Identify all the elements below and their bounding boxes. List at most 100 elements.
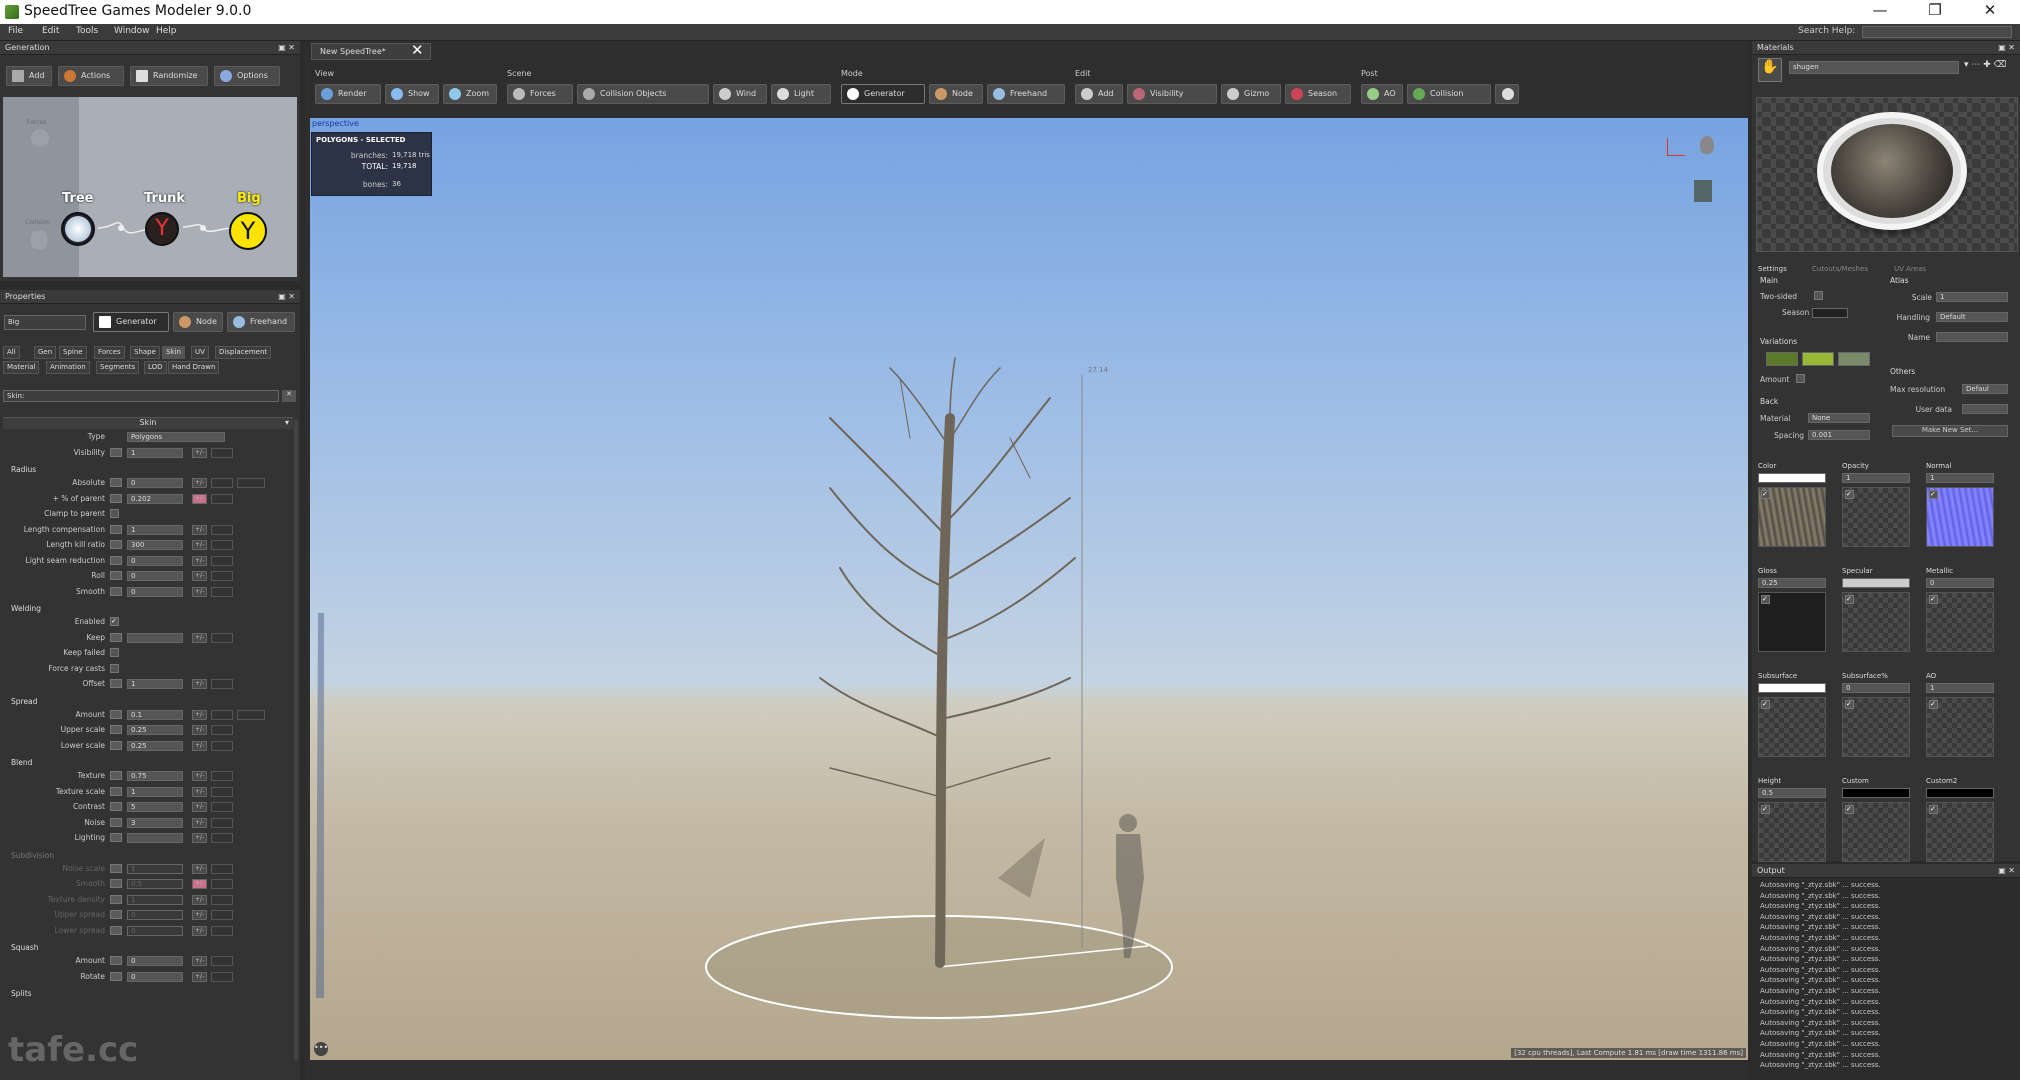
variance-button[interactable]: +/- xyxy=(192,493,207,504)
variance-button[interactable]: +/- xyxy=(192,709,207,720)
tab-uv[interactable]: UV xyxy=(191,346,209,359)
curve-editor-icon[interactable] xyxy=(211,910,233,920)
map-texture-slot[interactable]: ✓ xyxy=(1758,592,1826,652)
property-value-field[interactable]: 0.25 xyxy=(127,725,183,735)
property-lock-icon[interactable] xyxy=(110,679,122,688)
max-resolution-select[interactable]: Defaul xyxy=(1962,384,2008,394)
map-enabled-checkbox[interactable]: ✓ xyxy=(1845,490,1854,499)
map-enabled-checkbox[interactable]: ✓ xyxy=(1845,805,1854,814)
property-lock-icon[interactable] xyxy=(110,802,122,811)
curve-editor-icon[interactable] xyxy=(211,771,233,781)
big-node-icon[interactable]: Y xyxy=(229,212,267,250)
map-value-field[interactable]: 0.5 xyxy=(1758,788,1826,798)
variance-button[interactable]: +/- xyxy=(192,571,207,581)
map-value-field[interactable] xyxy=(1842,578,1910,588)
toolbar-button[interactable]: Gizmo xyxy=(1221,84,1281,104)
material-preview[interactable] xyxy=(1756,97,2018,252)
map-enabled-checkbox[interactable]: ✓ xyxy=(1845,595,1854,604)
variance-button[interactable]: +/- xyxy=(192,524,207,535)
variance-button[interactable]: +/- xyxy=(192,447,207,458)
tab-shape[interactable]: Shape xyxy=(130,346,160,359)
tab-spine[interactable]: Spine xyxy=(59,346,87,359)
menu-tools[interactable]: Tools xyxy=(76,26,98,36)
property-value-field[interactable]: 0.5 xyxy=(127,879,183,889)
viewport-menu-icon[interactable]: ••• xyxy=(314,1042,328,1056)
user-data-field[interactable] xyxy=(1962,404,2008,414)
map-value-field[interactable]: 0.25 xyxy=(1758,578,1826,588)
variation-swatch-2[interactable] xyxy=(1802,352,1834,366)
curve-editor-icon[interactable] xyxy=(211,524,233,535)
property-lock-icon[interactable] xyxy=(110,632,122,642)
add-node-button[interactable]: Add xyxy=(6,66,52,86)
property-value-field[interactable]: 5 xyxy=(127,802,183,812)
trunk-node-icon[interactable]: Y xyxy=(145,212,179,246)
property-value-field[interactable]: 0.202 xyxy=(127,493,183,504)
property-value-field[interactable]: 0.75 xyxy=(127,771,183,781)
map-texture-slot[interactable]: ✓ xyxy=(1758,487,1826,547)
variance-button[interactable]: +/- xyxy=(192,956,207,966)
generator-mode-button[interactable]: Generator xyxy=(93,312,169,332)
variance-button[interactable]: +/- xyxy=(192,771,207,781)
wind-fan-icon[interactable] xyxy=(1694,180,1712,202)
map-value-field[interactable] xyxy=(1926,788,1994,798)
curve-editor-icon[interactable] xyxy=(211,894,233,905)
property-lock-icon[interactable] xyxy=(110,971,122,981)
map-value-field[interactable]: 1 xyxy=(1926,473,1994,483)
tab-hand-drawn[interactable]: Hand Drawn xyxy=(168,361,220,374)
material-actions-icon[interactable]: ▾ ⋯ ✚ ⌫ xyxy=(1964,60,2006,70)
property-value-field[interactable]: 0 xyxy=(127,925,183,936)
property-lock-icon[interactable] xyxy=(110,925,122,935)
variance-button[interactable]: +/- xyxy=(192,725,207,735)
curve-editor-icon[interactable] xyxy=(211,879,233,889)
map-enabled-checkbox[interactable]: ✓ xyxy=(1761,805,1770,814)
map-texture-slot[interactable]: ✓ xyxy=(1842,592,1910,652)
light-bulb-icon[interactable] xyxy=(1700,136,1714,154)
property-value-field[interactable]: 0 xyxy=(127,478,183,488)
property-filter-input[interactable]: Skin: xyxy=(3,390,279,402)
variance-button[interactable]: +/- xyxy=(192,910,207,920)
curve-editor-icon[interactable] xyxy=(211,817,233,828)
map-value-field[interactable] xyxy=(1758,473,1826,483)
actions-button[interactable]: Actions xyxy=(58,66,124,86)
curve-editor-icon[interactable] xyxy=(211,725,233,735)
property-checkbox[interactable] xyxy=(110,648,119,657)
property-lock-icon[interactable] xyxy=(110,540,122,549)
tab-uv-areas[interactable]: UV Areas xyxy=(1894,265,1926,273)
tree-node-icon[interactable] xyxy=(61,212,95,246)
toolbar-button[interactable]: Zoom xyxy=(443,84,497,104)
curve-editor-icon[interactable] xyxy=(211,863,233,874)
curve-editor-icon[interactable] xyxy=(211,586,233,597)
map-value-field[interactable] xyxy=(1758,683,1826,693)
property-lock-icon[interactable] xyxy=(110,524,122,534)
panel-close-icon[interactable]: ▣ ✕ xyxy=(1998,866,2015,875)
map-enabled-checkbox[interactable]: ✓ xyxy=(1761,700,1770,709)
variance-button[interactable]: +/- xyxy=(192,817,207,828)
minimize-icon[interactable]: — xyxy=(1865,1,1895,19)
property-value-field[interactable]: 1 xyxy=(127,679,183,689)
property-value-field[interactable]: 0.1 xyxy=(127,709,183,720)
map-texture-slot[interactable]: ✓ xyxy=(1842,487,1910,547)
property-lock-icon[interactable] xyxy=(110,555,122,565)
toolbar-button[interactable]: Season xyxy=(1285,84,1351,104)
tab-lod[interactable]: LOD xyxy=(144,361,167,374)
tab-skin[interactable]: Skin xyxy=(162,346,185,359)
menu-file[interactable]: File xyxy=(8,26,23,36)
toolbar-button[interactable]: AO xyxy=(1361,84,1403,104)
variance-button[interactable]: +/- xyxy=(192,863,207,874)
freehand-mode-button[interactable]: Freehand xyxy=(227,312,295,332)
curve-editor-icon[interactable] xyxy=(211,786,233,797)
curve-editor-icon[interactable] xyxy=(211,447,233,458)
3d-viewport[interactable]: perspective POLYGONS - SELECTED branches… xyxy=(310,118,1748,1060)
curve-editor-icon[interactable] xyxy=(211,478,233,488)
map-texture-slot[interactable]: ✓ xyxy=(1926,802,1994,862)
variance-button[interactable]: +/- xyxy=(192,740,207,751)
map-value-field[interactable] xyxy=(1842,788,1910,798)
tab-mat-settings[interactable]: Settings xyxy=(1758,265,1787,273)
map-value-field[interactable]: 0 xyxy=(1926,578,1994,588)
tab-material[interactable]: Material xyxy=(3,361,40,374)
material-select[interactable]: shugen xyxy=(1789,61,1959,74)
tab-segments[interactable]: Segments xyxy=(96,361,140,374)
variance-button[interactable]: +/- xyxy=(192,555,207,566)
property-checkbox[interactable]: ✓ xyxy=(110,617,119,626)
tab-all[interactable]: All xyxy=(3,346,20,359)
